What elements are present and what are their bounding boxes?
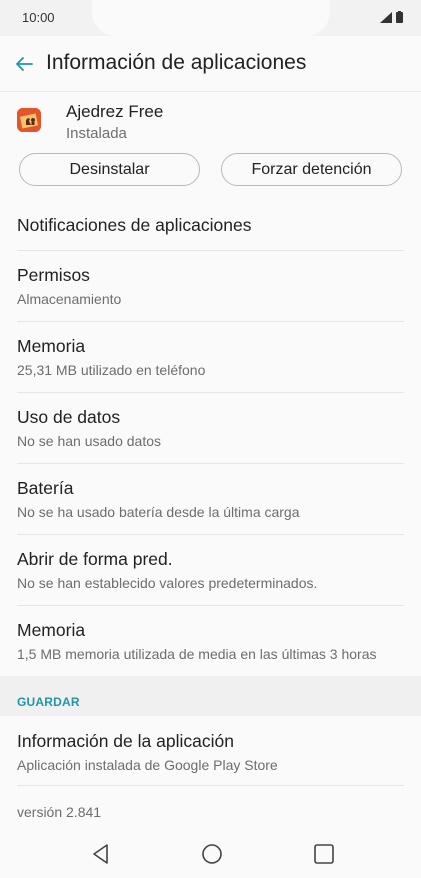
- version-text: versión 2.841: [17, 804, 102, 820]
- app-header: Ajedrez Free Instalada: [0, 98, 421, 148]
- list-item-title: Batería: [17, 478, 74, 498]
- app-install-status: Instalada: [66, 125, 127, 142]
- list-item-title: Abrir de forma pred.: [17, 549, 173, 569]
- uninstall-button[interactable]: Desinstalar: [19, 153, 200, 186]
- list-item-subtitle: No se ha usado batería desde la última c…: [17, 504, 300, 520]
- page-title: Información de aplicaciones: [46, 51, 307, 74]
- list-item-title: Permisos: [17, 265, 90, 285]
- battery-icon: [396, 11, 403, 23]
- list-item-memory[interactable]: Memoria 1,5 MB memoria utilizada de medi…: [0, 606, 421, 676]
- app-name: Ajedrez Free: [66, 102, 164, 121]
- section-header-store: GUARDAR: [0, 676, 421, 716]
- list-item-subtitle: No se han usado datos: [17, 433, 161, 449]
- display-notch: [92, 0, 330, 36]
- list-item-title: Memoria: [17, 620, 86, 640]
- divider: [17, 785, 404, 786]
- settings-list: Notificaciones de aplicaciones Permisos …: [0, 202, 421, 676]
- signal-icon: [380, 11, 392, 23]
- list-item-title: Memoria: [17, 336, 86, 356]
- status-bar: 10:00: [0, 0, 421, 36]
- nav-home-icon[interactable]: [200, 842, 224, 866]
- nav-recents-icon[interactable]: [312, 842, 336, 866]
- nav-back-icon[interactable]: [89, 842, 113, 866]
- status-time: 10:00: [22, 10, 55, 25]
- back-arrow-icon[interactable]: [10, 50, 38, 78]
- list-item-permissions[interactable]: Permisos Almacenamiento: [0, 251, 421, 322]
- list-item-title: Notificaciones de aplicaciones: [17, 215, 252, 235]
- list-item-app-details[interactable]: Información de la aplicación Aplicación …: [0, 716, 421, 786]
- force-stop-button[interactable]: Forzar detención: [221, 153, 402, 186]
- list-item-subtitle: No se han establecido valores predetermi…: [17, 575, 318, 591]
- status-icons: [380, 11, 403, 23]
- list-item-title: Información de la aplicación: [17, 731, 234, 751]
- app-bar: Información de aplicaciones: [0, 36, 421, 92]
- section-label: GUARDAR: [17, 695, 80, 709]
- list-item-data-usage[interactable]: Uso de datos No se han usado datos: [0, 393, 421, 464]
- list-item-subtitle: 25,31 MB utilizado en teléfono: [17, 362, 206, 378]
- list-item-notifications[interactable]: Notificaciones de aplicaciones: [0, 202, 421, 251]
- list-item-open-by-default[interactable]: Abrir de forma pred. No se han estableci…: [0, 535, 421, 606]
- list-item-subtitle: 1,5 MB memoria utilizada de media en las…: [17, 646, 377, 662]
- list-item-subtitle: Aplicación instalada de Google Play Stor…: [17, 757, 278, 773]
- chess-app-icon: [17, 108, 41, 132]
- list-item-storage[interactable]: Memoria 25,31 MB utilizado en teléfono: [0, 322, 421, 393]
- list-item-subtitle: Almacenamiento: [17, 291, 122, 307]
- list-item-title: Uso de datos: [17, 407, 121, 427]
- navigation-bar: [0, 830, 421, 878]
- list-item-battery[interactable]: Batería No se ha usado batería desde la …: [0, 464, 421, 535]
